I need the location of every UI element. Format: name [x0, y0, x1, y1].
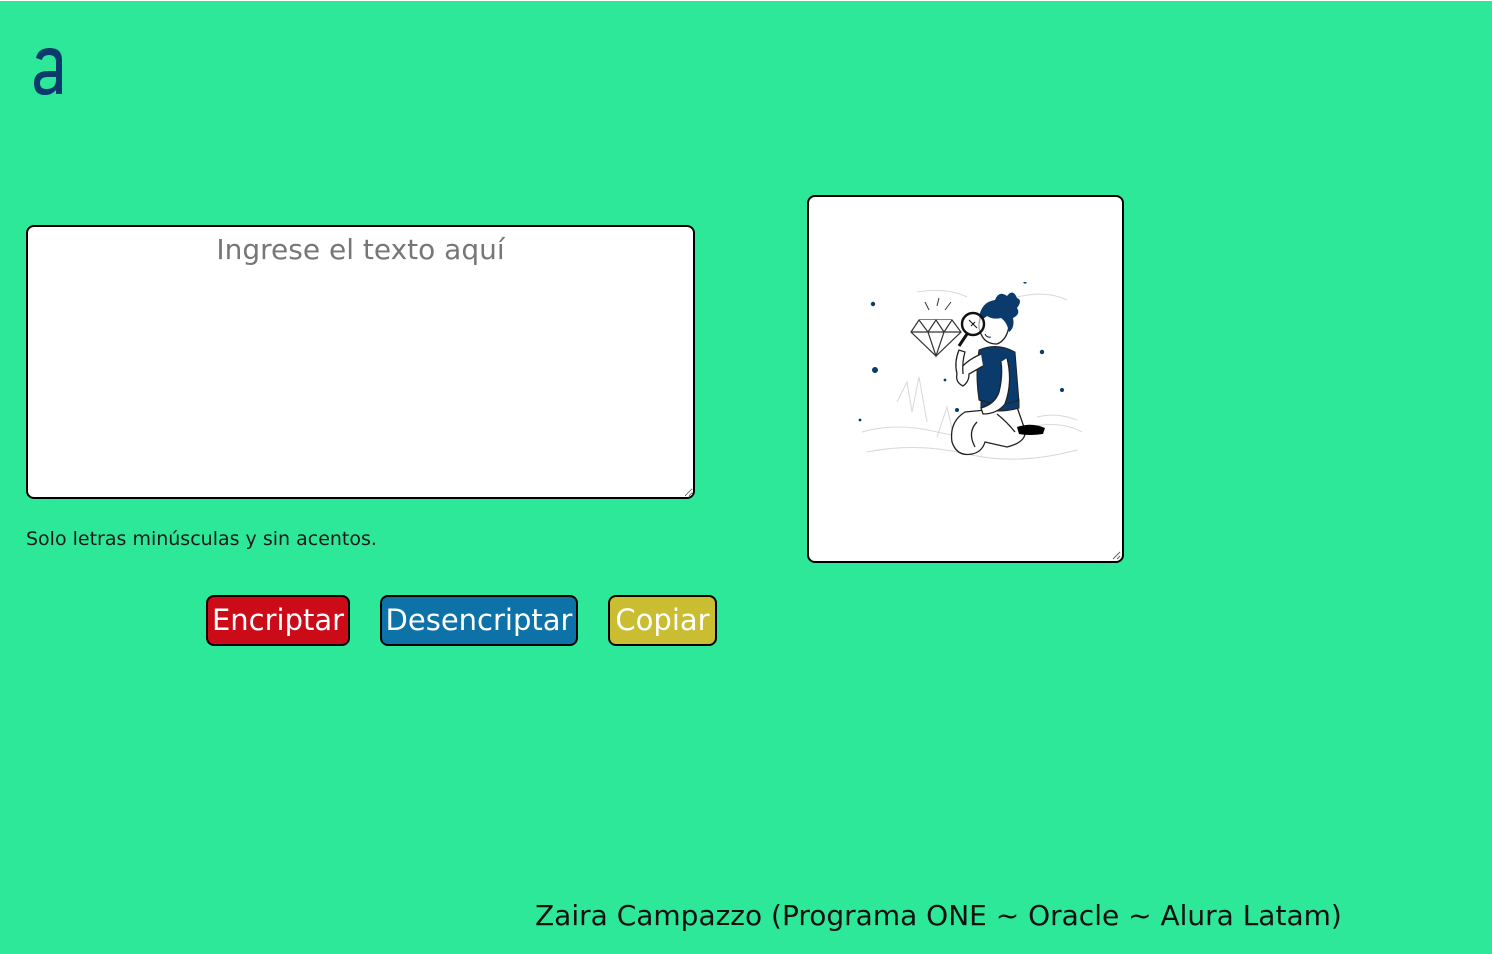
encrypt-button[interactable]: Encriptar: [206, 595, 350, 646]
copy-button[interactable]: Copiar: [608, 595, 717, 646]
resize-grip-icon[interactable]: [1111, 550, 1121, 560]
input-hint: Solo letras minúsculas y sin acentos.: [26, 528, 377, 550]
top-border: [0, 0, 1492, 1]
alura-logo-icon[interactable]: [28, 44, 72, 100]
footer-credit: Zaira Campazzo (Programa ONE ~ Oracle ~ …: [535, 899, 1342, 932]
person-with-magnifier-illustration: [858, 282, 1083, 460]
output-panel[interactable]: [807, 195, 1124, 563]
decrypt-button[interactable]: Desencriptar: [380, 595, 578, 646]
text-input[interactable]: [26, 225, 695, 499]
